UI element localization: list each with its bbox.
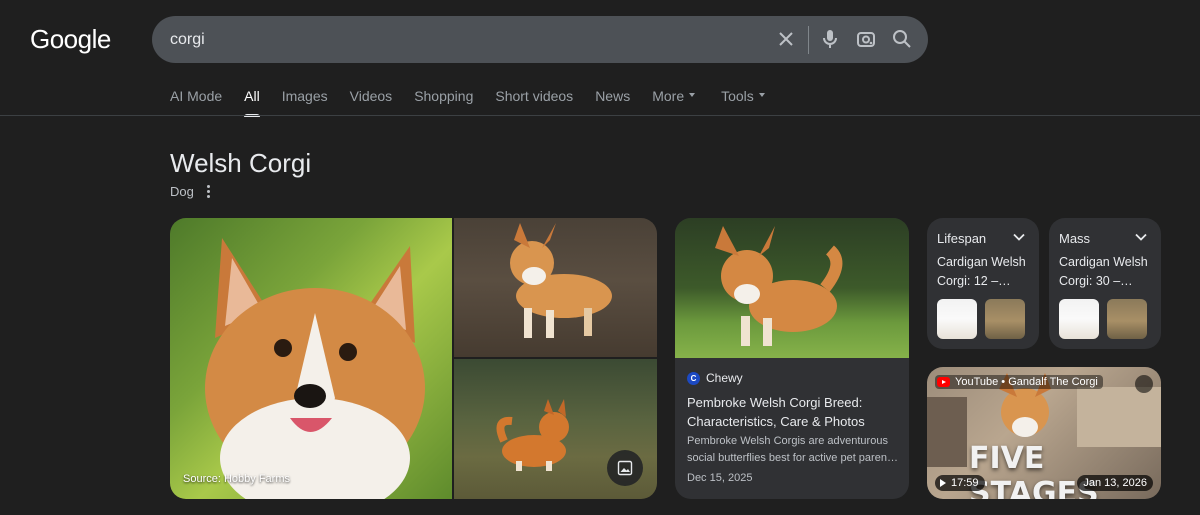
tabs-divider xyxy=(0,115,1200,116)
tab-videos[interactable]: Videos xyxy=(350,88,393,116)
tab-all[interactable]: All xyxy=(244,88,260,117)
fact-card-mass[interactable]: Mass Cardigan Welsh Corgi: 30 –… xyxy=(1049,218,1161,349)
google-lens-icon[interactable] xyxy=(854,27,878,51)
corgi-standing-illustration xyxy=(510,223,612,338)
tab-more[interactable]: More xyxy=(652,88,696,116)
corgi-photo-running[interactable] xyxy=(454,359,657,499)
article-title[interactable]: Pembroke Welsh Corgi Breed: Characterist… xyxy=(687,393,899,431)
tab-images[interactable]: Images xyxy=(282,88,328,116)
image-icon xyxy=(617,460,633,476)
chevron-down-icon[interactable] xyxy=(1013,233,1025,241)
video-card[interactable]: YouTube • Gandalf The Corgi FIVE STAGES … xyxy=(927,367,1161,499)
article-description: Pembroke Welsh Corgis are adventurous so… xyxy=(687,435,898,464)
fact-thumbnail[interactable] xyxy=(1059,299,1099,339)
article-image[interactable] xyxy=(675,218,909,358)
corgi-grass-illustration xyxy=(715,226,843,346)
entity-subtitle: Dog xyxy=(170,184,194,199)
more-options-icon[interactable] xyxy=(203,184,213,198)
corgi-photo-main[interactable]: Source: Hobby Farms xyxy=(170,218,452,499)
entity-title: Welsh Corgi xyxy=(170,148,312,178)
search-box[interactable] xyxy=(152,16,928,63)
article-card[interactable]: C Chewy Pembroke Welsh Corgi Breed: Char… xyxy=(675,218,909,499)
fact-label: Lifespan xyxy=(937,231,987,246)
article-source[interactable]: C Chewy xyxy=(687,371,743,385)
view-images-button[interactable] xyxy=(607,450,643,486)
fact-card-lifespan[interactable]: Lifespan Cardigan Welsh Corgi: 12 –… xyxy=(927,218,1039,349)
google-logo[interactable]: Google xyxy=(30,24,111,55)
fact-thumbnail[interactable] xyxy=(937,299,977,339)
video-duration: 17:59 xyxy=(935,475,985,491)
fact-thumbnail[interactable] xyxy=(985,299,1025,339)
youtube-icon xyxy=(937,377,950,387)
image-gallery[interactable]: Source: Hobby Farms xyxy=(170,218,657,499)
image-source-label: Source: Hobby Farms xyxy=(183,473,290,485)
corgi-photo-standing[interactable] xyxy=(454,218,657,357)
tab-news[interactable]: News xyxy=(595,88,630,116)
clear-icon[interactable] xyxy=(774,27,798,51)
caret-down-icon xyxy=(689,93,696,98)
chevron-down-icon[interactable] xyxy=(1135,233,1147,241)
video-source-label: YouTube • Gandalf The Corgi xyxy=(955,376,1098,388)
play-icon xyxy=(940,479,946,487)
video-source[interactable]: YouTube • Gandalf The Corgi xyxy=(935,375,1103,389)
expand-icon[interactable] xyxy=(1135,375,1153,393)
video-duration-text: 17:59 xyxy=(951,477,979,489)
corgi-face-illustration xyxy=(205,238,425,499)
fact-thumbnail[interactable] xyxy=(1107,299,1147,339)
tab-ai-mode[interactable]: AI Mode xyxy=(170,88,222,116)
search-input[interactable] xyxy=(170,16,750,63)
video-date: Jan 13, 2026 xyxy=(1077,475,1153,491)
article-date: Dec 15, 2025 xyxy=(687,472,753,484)
tab-short-videos[interactable]: Short videos xyxy=(495,88,573,116)
fact-value: Cardigan Welsh Corgi: 30 –… xyxy=(1059,255,1148,288)
tab-tools[interactable]: Tools xyxy=(721,88,765,116)
search-divider xyxy=(808,26,809,54)
tab-shopping[interactable]: Shopping xyxy=(414,88,473,116)
microphone-icon[interactable] xyxy=(818,27,842,51)
search-icon[interactable] xyxy=(890,27,914,51)
chewy-logo-icon: C xyxy=(687,371,700,385)
caret-down-icon xyxy=(758,93,765,98)
fact-value: Cardigan Welsh Corgi: 12 –… xyxy=(937,255,1026,288)
fact-label: Mass xyxy=(1059,231,1091,246)
article-source-name: Chewy xyxy=(706,371,743,385)
search-tabs: AI Mode All Images Videos Shopping Short… xyxy=(170,88,787,117)
